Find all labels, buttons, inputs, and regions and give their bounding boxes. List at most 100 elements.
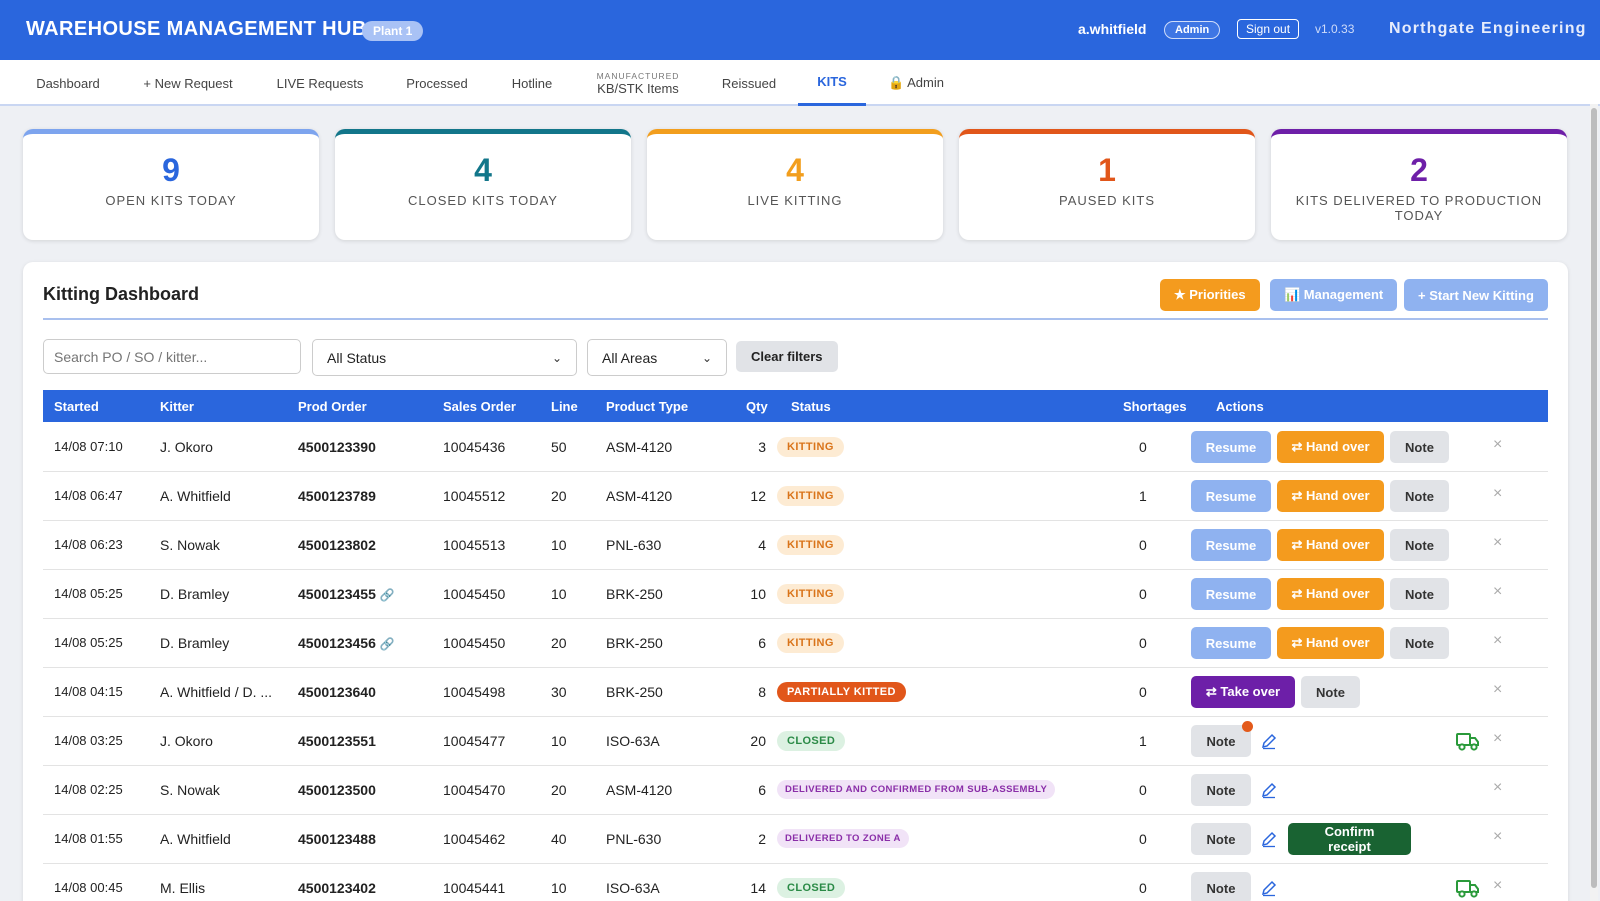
note-button[interactable]: Note — [1191, 774, 1251, 806]
tab-new-request[interactable]: + New Request — [140, 60, 236, 106]
resume-button[interactable]: Resume — [1191, 578, 1271, 610]
tab-reissued[interactable]: Reissued — [720, 60, 778, 106]
prod-order-number[interactable]: 4500123488 — [298, 831, 376, 847]
scrollbar-thumb[interactable] — [1591, 108, 1597, 888]
search-input[interactable] — [43, 339, 301, 374]
note-button[interactable]: Note — [1390, 627, 1449, 659]
delete-icon[interactable]: × — [1493, 485, 1502, 503]
table-row[interactable]: 14/08 05:25 D. Bramley 10045450 20 BRK-250 45… — [43, 618, 1548, 668]
delete-icon[interactable]: × — [1493, 632, 1502, 650]
edit-icon[interactable] — [1260, 781, 1278, 799]
clear-filters-button[interactable]: Clear filters — [736, 341, 838, 372]
tab-admin[interactable]: 🔒 Admin — [886, 60, 946, 106]
prod-order-cell[interactable]: 4500123488 — [298, 831, 376, 847]
tab-dashboard[interactable]: Dashboard — [34, 60, 102, 106]
col-prod-order[interactable]: Prod Order — [298, 399, 367, 414]
confirm-receipt-button[interactable]: Confirm receipt — [1288, 823, 1411, 855]
note-button[interactable]: Note — [1390, 578, 1449, 610]
table-row[interactable]: 14/08 03:25 J. Okoro 10045477 10 ISO-63A 4500… — [43, 716, 1548, 766]
delete-icon[interactable]: × — [1493, 583, 1502, 601]
prod-order-cell[interactable]: 4500123456 🔗 — [298, 635, 395, 651]
truck-icon[interactable] — [1455, 877, 1481, 899]
priorities-button[interactable]: ★ Priorities — [1160, 279, 1260, 311]
prod-order-number[interactable]: 4500123551 — [298, 733, 376, 749]
col-shortages[interactable]: Shortages — [1123, 399, 1187, 414]
tab-kits[interactable]: KITS — [798, 60, 866, 106]
col-qty[interactable]: Qty — [746, 399, 768, 414]
prod-order-number[interactable]: 4500123500 — [298, 782, 376, 798]
col-status[interactable]: Status — [791, 399, 831, 414]
resume-button[interactable]: Resume — [1191, 480, 1271, 512]
truck-icon[interactable] — [1455, 730, 1481, 752]
table-row[interactable]: 14/08 06:23 S. Nowak 10045513 10 PNL-630 4500… — [43, 520, 1548, 570]
prod-order-number[interactable]: 4500123789 — [298, 488, 376, 504]
col-started[interactable]: Started — [54, 399, 99, 414]
delete-icon[interactable]: × — [1493, 877, 1502, 895]
note-button[interactable]: Note — [1301, 676, 1360, 708]
delete-icon[interactable]: × — [1493, 436, 1502, 454]
delete-icon[interactable]: × — [1493, 534, 1502, 552]
col-sales-order[interactable]: Sales Order — [443, 399, 516, 414]
note-button[interactable]: Note — [1390, 480, 1449, 512]
prod-order-cell[interactable]: 4500123640 — [298, 684, 376, 700]
note-button[interactable]: Note — [1191, 872, 1251, 901]
prod-order-number[interactable]: 4500123402 — [298, 880, 376, 896]
edit-icon[interactable] — [1260, 830, 1278, 848]
prod-order-cell[interactable]: 4500123551 — [298, 733, 376, 749]
delete-icon[interactable]: × — [1493, 681, 1502, 699]
link-icon[interactable]: 🔗 — [380, 588, 395, 602]
shortages-cell: 1 — [1139, 488, 1147, 504]
prod-order-number[interactable]: 4500123390 — [298, 439, 376, 455]
delete-icon[interactable]: × — [1493, 730, 1502, 748]
prod-order-cell[interactable]: 4500123802 — [298, 537, 376, 553]
note-button[interactable]: Note — [1191, 725, 1251, 757]
tab-processed[interactable]: Processed — [404, 60, 470, 106]
resume-button[interactable]: Resume — [1191, 431, 1271, 463]
prod-order-number[interactable]: 4500123456 — [298, 635, 376, 651]
resume-button[interactable]: Resume — [1191, 529, 1271, 561]
note-button[interactable]: Note — [1390, 431, 1449, 463]
link-icon[interactable]: 🔗 — [380, 637, 395, 651]
table-row[interactable]: 14/08 02:25 S. Nowak 10045470 20 ASM-4120 450… — [43, 765, 1548, 815]
tab-live-requests[interactable]: LIVE Requests — [275, 60, 365, 106]
col-kitter[interactable]: Kitter — [160, 399, 194, 414]
table-row[interactable]: 14/08 04:15 A. Whitfield / D. ... 10045498… — [43, 667, 1548, 717]
delete-icon[interactable]: × — [1493, 828, 1502, 846]
table-row[interactable]: 14/08 01:55 A. Whitfield 10045462 40 PNL-630… — [43, 814, 1548, 864]
prod-order-cell[interactable]: 4500123455 🔗 — [298, 586, 395, 602]
prod-order-number[interactable]: 4500123455 — [298, 586, 376, 602]
resume-button[interactable]: Resume — [1191, 627, 1271, 659]
edit-icon[interactable] — [1260, 879, 1278, 897]
prod-order-cell[interactable]: 4500123500 — [298, 782, 376, 798]
qty-cell: 20 — [750, 733, 766, 749]
table-row[interactable]: 14/08 07:10 J. Okoro 10045436 50 ASM-4120 450… — [43, 422, 1548, 472]
management-button[interactable]: 📊 Management — [1270, 279, 1398, 311]
prod-order-cell[interactable]: 4500123402 — [298, 880, 376, 896]
hand-over-button[interactable]: ⇄ Hand over — [1277, 529, 1384, 561]
take-over-button[interactable]: ⇄ Take over — [1191, 676, 1295, 708]
start-new-kitting-button[interactable]: + Start New Kitting — [1404, 279, 1548, 311]
note-button[interactable]: Note — [1390, 529, 1449, 561]
tab-kb-stk-items[interactable]: MANUFACTURED KB/STK Items — [594, 60, 682, 106]
prod-order-cell[interactable]: 4500123390 — [298, 439, 376, 455]
table-row[interactable]: 14/08 06:47 A. Whitfield 10045512 20 ASM-412… — [43, 471, 1548, 521]
kitter-cell: A. Whitfield — [160, 488, 231, 504]
table-row[interactable]: 14/08 05:25 D. Bramley 10045450 10 BRK-250 45… — [43, 569, 1548, 619]
col-line[interactable]: Line — [551, 399, 578, 414]
status-filter-select[interactable]: All Status ⌄ — [312, 339, 577, 376]
tab-hotline[interactable]: Hotline — [509, 60, 555, 106]
col-product-type[interactable]: Product Type — [606, 399, 688, 414]
hand-over-button[interactable]: ⇄ Hand over — [1277, 578, 1384, 610]
note-button[interactable]: Note — [1191, 823, 1251, 855]
edit-icon[interactable] — [1260, 732, 1278, 750]
area-filter-select[interactable]: All Areas ⌄ — [587, 339, 727, 376]
prod-order-number[interactable]: 4500123802 — [298, 537, 376, 553]
table-row[interactable]: 14/08 00:45 M. Ellis 10045441 10 ISO-63A 4500… — [43, 863, 1548, 901]
sign-out-button[interactable]: Sign out — [1237, 19, 1300, 39]
hand-over-button[interactable]: ⇄ Hand over — [1277, 480, 1384, 512]
hand-over-button[interactable]: ⇄ Hand over — [1277, 431, 1384, 463]
hand-over-button[interactable]: ⇄ Hand over — [1277, 627, 1384, 659]
delete-icon[interactable]: × — [1493, 779, 1502, 797]
prod-order-cell[interactable]: 4500123789 — [298, 488, 376, 504]
prod-order-number[interactable]: 4500123640 — [298, 684, 376, 700]
